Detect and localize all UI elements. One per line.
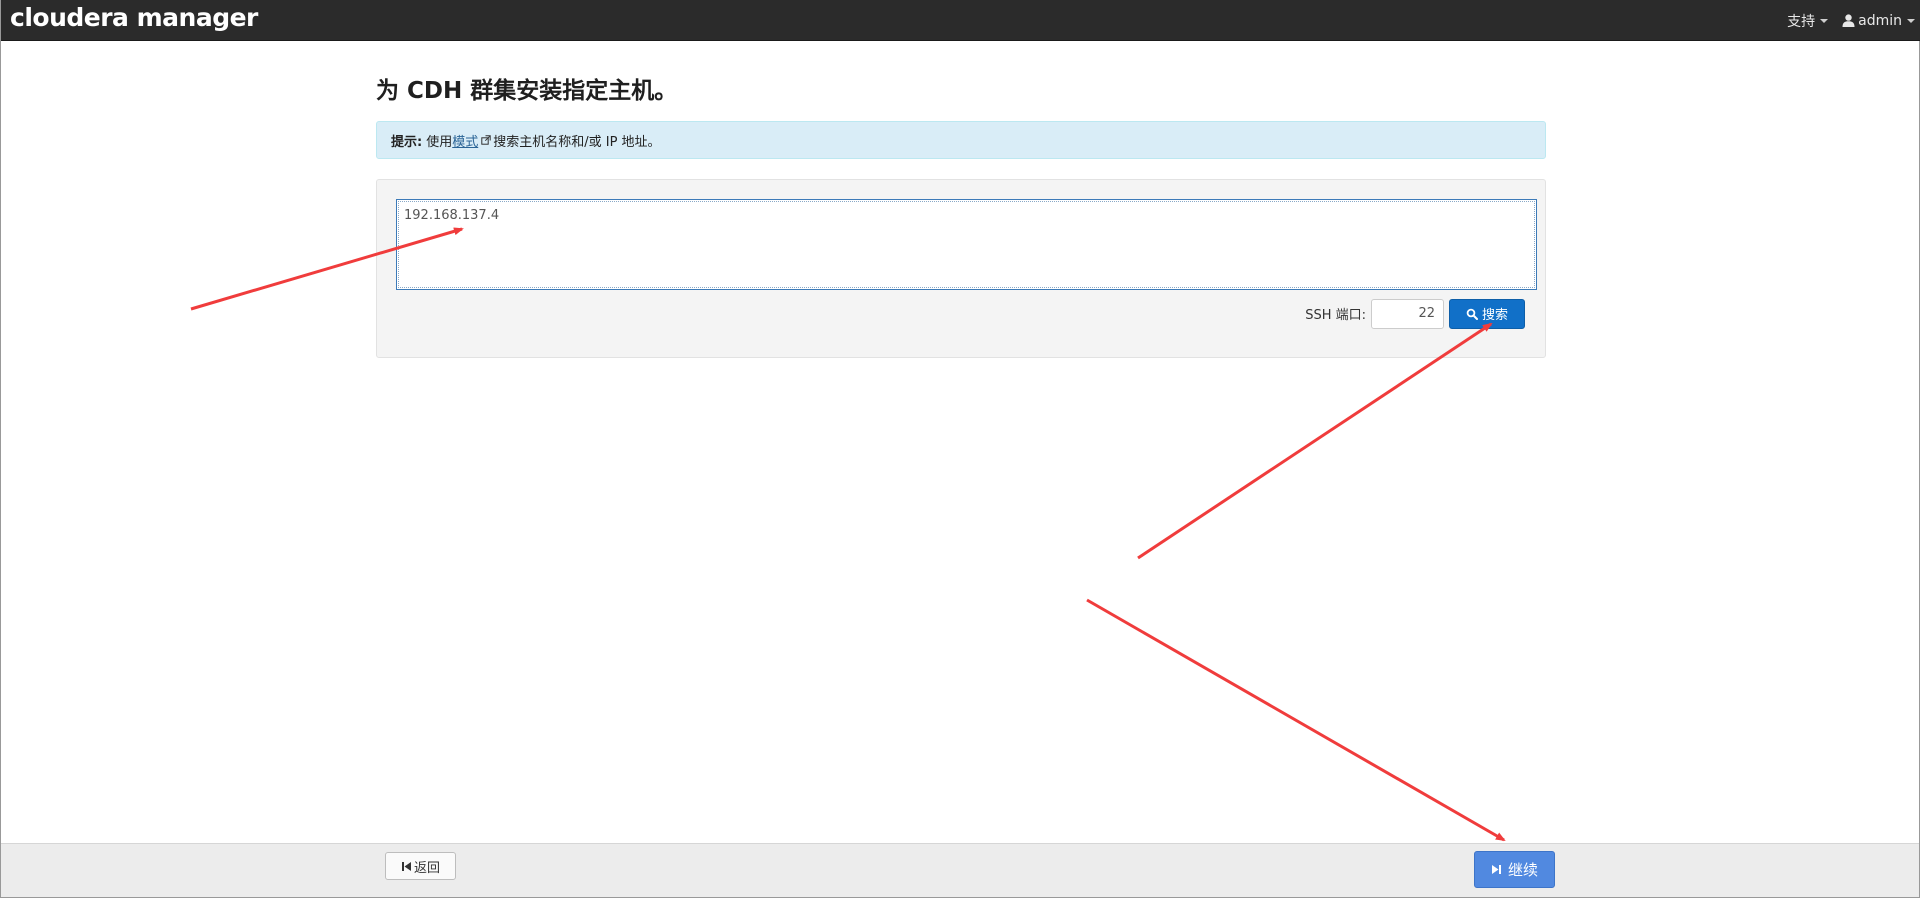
navbar-right: 支持 admin [1787,0,1915,41]
annotation-arrow-continue [1086,598,1506,842]
page: cloudera manager 支持 admin 为 CDH 群集安装指定主机… [0,0,1920,898]
brand-logo[interactable]: cloudera manager [10,2,258,34]
search-button-label: 搜索 [1481,308,1508,323]
page-title: 为 CDH 群集安装指定主机。 [376,78,678,104]
annotation-arrow-search [1137,322,1493,560]
support-menu[interactable]: 支持 [1787,11,1829,31]
chevron-down-icon [1820,19,1829,23]
search-icon [1466,308,1478,320]
hint-text-after: 搜索主机名称和/或 IP 地址。 [493,134,661,150]
pattern-help-link[interactable]: 模式 [452,131,478,150]
step-forward-icon [1491,865,1501,874]
continue-button-label: 继续 [1507,861,1538,879]
chevron-down-icon [1907,19,1915,23]
user-menu-label: admin [1858,12,1902,29]
hosts-textarea[interactable]: 192.168.137.4 [396,199,1537,290]
ssh-port-label: SSH 端口: [1305,308,1366,323]
hint-label: 提示: [391,134,423,150]
external-link-icon [481,135,491,145]
user-icon [1842,14,1855,27]
hint-alert: 提示: 使用 模式 搜索主机名称和/或 IP 地址。 [376,121,1546,159]
continue-button[interactable]: 继续 [1474,851,1555,888]
step-backward-icon [401,861,411,871]
back-button-label: 返回 [413,860,440,876]
back-button[interactable]: 返回 [385,852,456,880]
wizard-footer: 返回 继续 [1,843,1919,897]
ssh-port-row: SSH 端口: 搜索 [1305,298,1525,329]
user-menu[interactable]: admin [1842,13,1915,29]
main-content: 为 CDH 群集安装指定主机。 提示: 使用 模式 搜索主机名称和/或 IP 地… [376,75,1546,358]
support-menu-label: 支持 [1787,13,1816,30]
hint-text-before: 使用 [426,134,453,150]
host-search-panel: 192.168.137.4 SSH 端口: 搜索 [376,179,1546,358]
search-button[interactable]: 搜索 [1449,298,1525,329]
ssh-port-input[interactable] [1371,298,1444,329]
top-navbar: cloudera manager 支持 admin [1,0,1920,41]
